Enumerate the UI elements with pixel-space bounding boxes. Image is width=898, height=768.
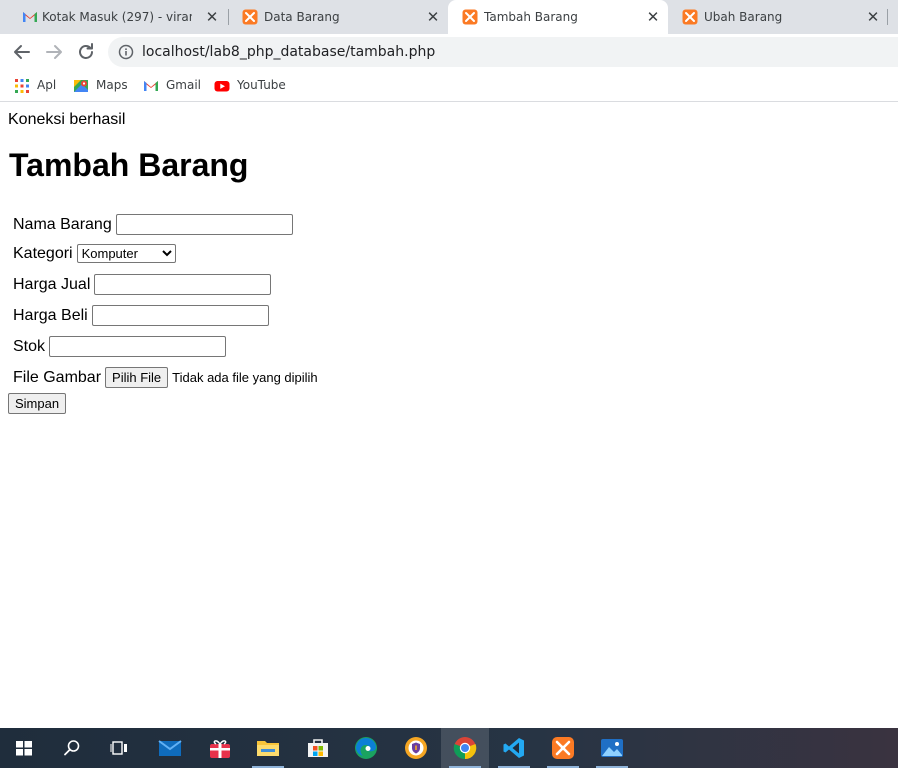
file-status-text: Tidak ada file yang dipilih [172, 370, 318, 385]
gmail-icon [144, 81, 158, 91]
tab-separator [887, 9, 888, 25]
xampp-icon [552, 737, 574, 759]
back-button[interactable] [8, 38, 36, 66]
info-icon[interactable] [118, 44, 134, 60]
bookmark-label: Maps [96, 78, 128, 92]
maps-icon [74, 80, 88, 92]
bookmark-label: Apl [37, 78, 57, 92]
bookmark-gmail[interactable]: Gmail [143, 76, 205, 96]
harga-jual-label: Harga Jual [13, 275, 91, 293]
bookmark-apl[interactable]: Apl [14, 76, 64, 96]
xampp-icon [682, 9, 698, 25]
forward-arrow-icon [46, 45, 62, 59]
gmail-icon [23, 12, 37, 22]
start-button[interactable] [0, 728, 48, 768]
chrome-icon [453, 737, 477, 760]
search-icon [64, 740, 80, 756]
page-title: Tambah Barang [9, 147, 249, 183]
tab-title: Ubah Barang [704, 10, 783, 24]
tab-strip: Kotak Masuk (297) - viraniind ✕ Data Bar… [0, 0, 898, 34]
tab-title: Kotak Masuk (297) - viraniind [42, 10, 192, 24]
harga-beli-input[interactable] [91, 305, 269, 326]
taskbar-file-explorer[interactable] [244, 728, 292, 768]
tab-gmail[interactable]: Kotak Masuk (297) - viraniind ✕ [8, 0, 228, 34]
bookmark-youtube[interactable]: YouTube [214, 76, 294, 96]
taskbar-vscode[interactable] [490, 728, 538, 768]
form-row-harga-jual: Harga Jual [13, 274, 272, 295]
form-row-file: File Gambar Pilih File Tidak ada file ya… [13, 367, 318, 388]
page-content: Koneksi berhasil Tambah Barang Nama Bara… [0, 103, 898, 728]
browser-toolbar: localhost/lab8_php_database/tambah.php [0, 34, 898, 70]
task-view-icon [110, 741, 127, 755]
nama-barang-label: Nama Barang [13, 215, 112, 233]
reload-button[interactable] [72, 38, 100, 66]
stok-label: Stok [13, 337, 46, 355]
url-text: localhost/lab8_php_database/tambah.php [142, 44, 436, 60]
back-arrow-icon [14, 45, 30, 59]
photos-icon [601, 739, 623, 757]
shield-icon [405, 737, 427, 759]
save-button[interactable]: Simpan [8, 393, 67, 414]
bookmark-label: Gmail [166, 78, 202, 92]
bookmark-label: YouTube [237, 78, 286, 92]
forward-button[interactable] [40, 38, 68, 66]
xampp-icon [462, 9, 478, 25]
taskbar-photos[interactable] [588, 728, 636, 768]
taskbar-vpn[interactable] [392, 728, 440, 768]
taskbar [0, 728, 898, 768]
taskbar-xampp[interactable] [539, 728, 587, 768]
taskbar-mail[interactable] [146, 728, 194, 768]
close-tab-icon[interactable]: ✕ [645, 9, 661, 25]
reload-icon [79, 43, 93, 59]
xampp-icon [242, 9, 258, 25]
taskbar-gift[interactable] [196, 728, 244, 768]
connection-status: Koneksi berhasil [8, 111, 126, 128]
taskbar-chrome[interactable] [441, 728, 489, 768]
task-view-button[interactable] [96, 728, 144, 768]
harga-jual-input[interactable] [94, 274, 272, 295]
bookmark-maps[interactable]: Maps [73, 76, 133, 96]
folder-icon [257, 741, 279, 756]
tab-tambah-barang[interactable]: Tambah Barang ✕ [448, 0, 668, 34]
store-icon [308, 739, 328, 757]
taskbar-store[interactable] [294, 728, 342, 768]
kategori-select[interactable]: Komputer [76, 244, 176, 263]
form-row-kategori: Kategori Komputer [13, 244, 176, 263]
form-row-harga-beli: Harga Beli [13, 305, 269, 326]
vscode-icon [503, 738, 524, 758]
kategori-label: Kategori [13, 244, 73, 262]
bookmarks-bar: Apl Maps Gmail YouTube [0, 70, 898, 102]
youtube-icon [214, 81, 230, 92]
search-button[interactable] [48, 728, 96, 768]
edge-icon [355, 737, 377, 759]
address-bar[interactable]: localhost/lab8_php_database/tambah.php [108, 37, 898, 67]
form-row-stok: Stok [13, 336, 227, 357]
gift-icon [210, 740, 230, 758]
choose-file-button[interactable]: Pilih File [105, 367, 169, 388]
form-row-nama: Nama Barang [13, 214, 293, 235]
harga-beli-label: Harga Beli [13, 306, 88, 324]
nama-barang-input[interactable] [115, 214, 293, 235]
file-gambar-label: File Gambar [13, 368, 102, 386]
close-tab-icon[interactable]: ✕ [204, 9, 220, 25]
stok-input[interactable] [49, 336, 227, 357]
windows-logo-icon [16, 741, 32, 756]
close-tab-icon[interactable]: ✕ [425, 9, 441, 25]
mail-icon [158, 740, 182, 756]
tab-data-barang[interactable]: Data Barang ✕ [228, 0, 448, 34]
taskbar-edge[interactable] [342, 728, 390, 768]
tab-title: Tambah Barang [484, 10, 578, 24]
tab-ubah-barang[interactable]: Ubah Barang ✕ [668, 0, 888, 34]
close-tab-icon[interactable]: ✕ [865, 9, 881, 25]
apps-grid-icon [15, 79, 29, 93]
tab-title: Data Barang [264, 10, 340, 24]
